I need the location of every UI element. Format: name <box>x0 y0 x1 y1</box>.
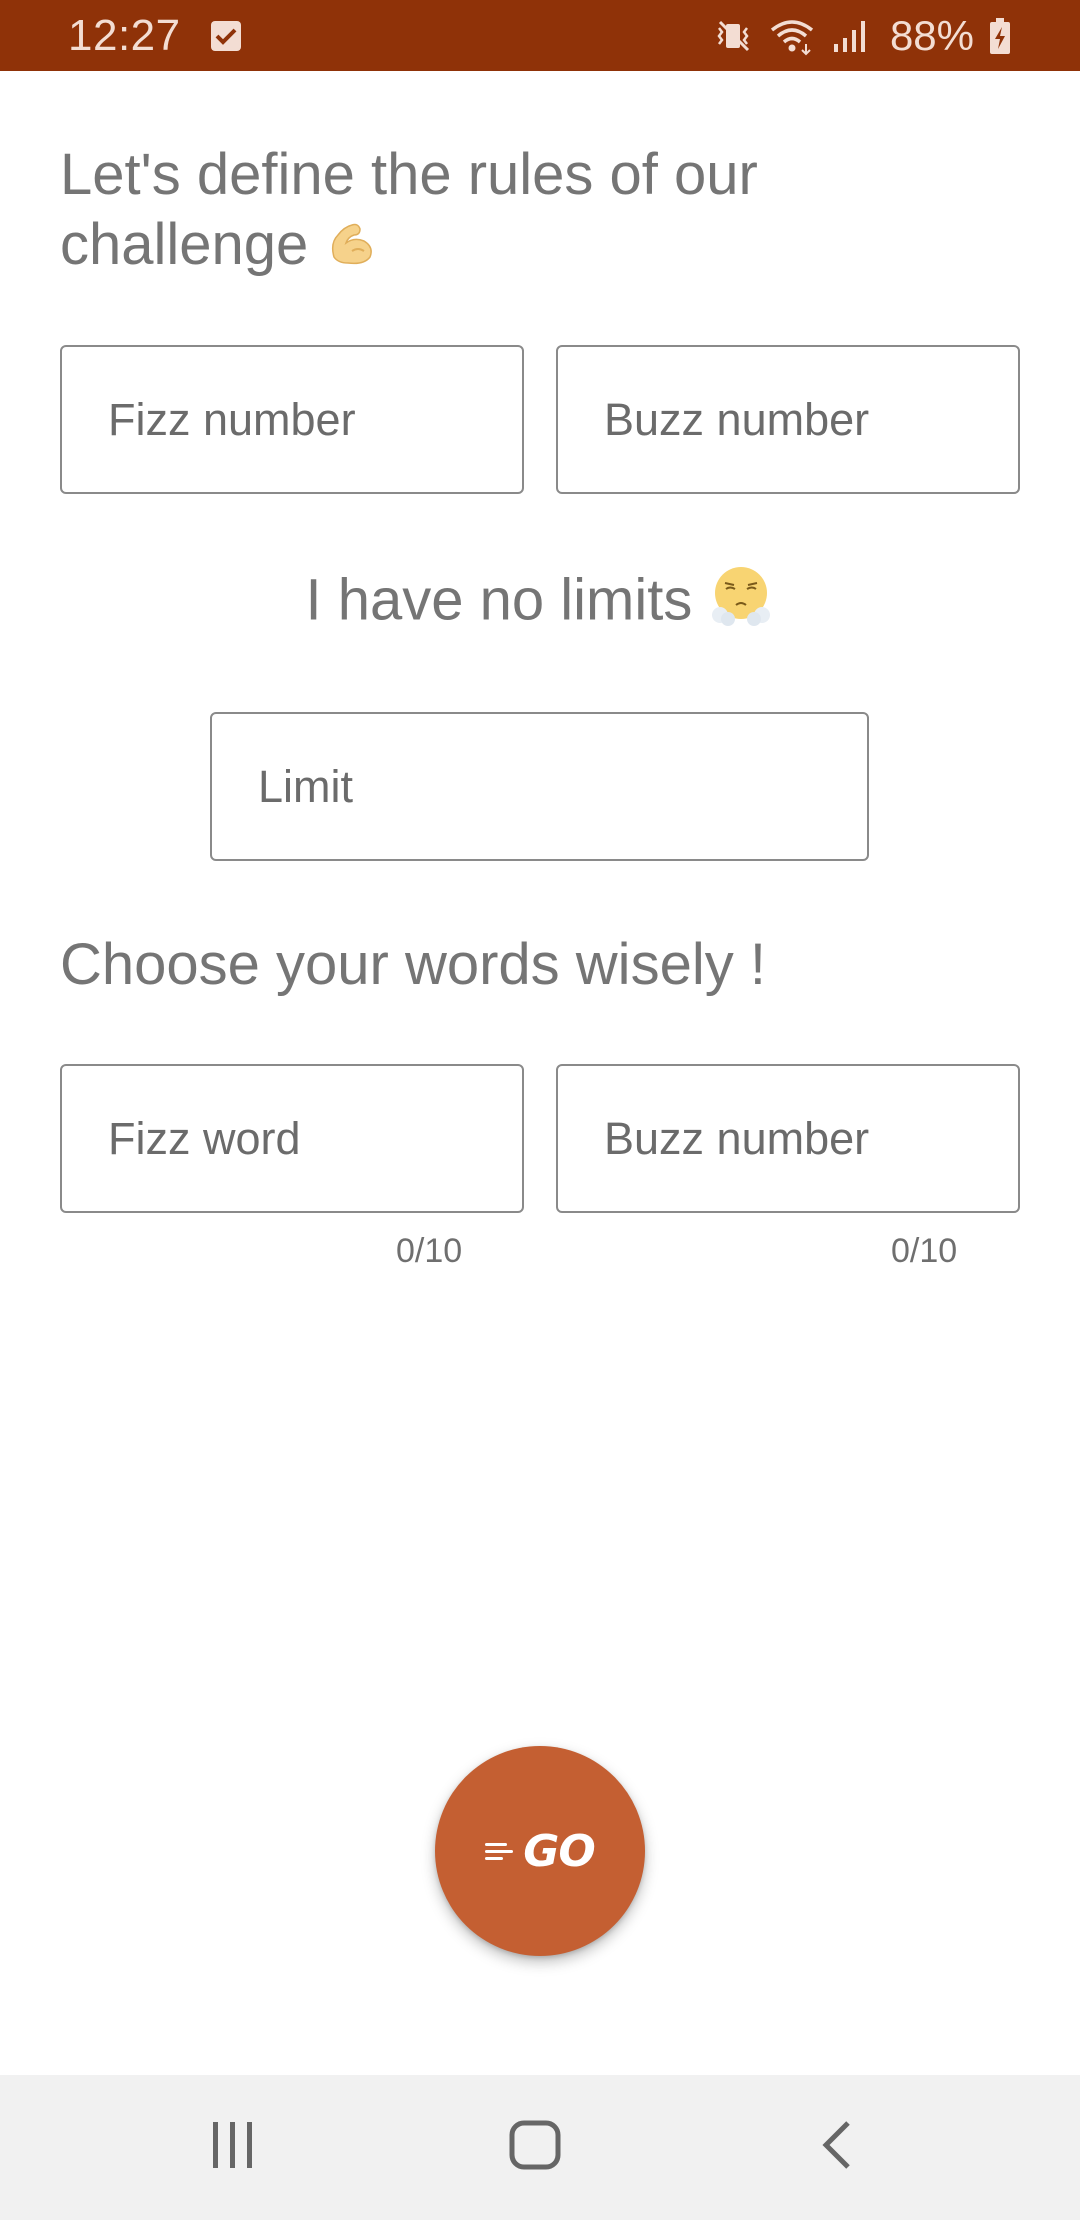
battery-charging-icon <box>988 16 1012 56</box>
fizz-word-counter: 0/10 <box>396 1232 463 1270</box>
go-button[interactable]: GO <box>435 1746 645 1956</box>
fizz-word-input[interactable]: Fizz word <box>60 1064 524 1213</box>
battery-percent: 88% <box>889 11 974 59</box>
status-bar: 12:27 88% <box>0 0 1080 71</box>
limit-input[interactable]: Limit <box>210 712 869 861</box>
words-heading: Choose your words wisely ! <box>60 932 766 997</box>
limits-heading: I have no limits <box>0 563 1080 645</box>
back-icon <box>820 2120 854 2175</box>
face-with-steam-icon <box>708 563 774 645</box>
rules-heading: Let's define the rules of our challenge <box>60 140 758 285</box>
recents-icon <box>209 2120 257 2175</box>
limit-placeholder: Limit <box>258 760 354 812</box>
rules-heading-line1: Let's define the rules of our <box>60 142 758 207</box>
fizz-number-placeholder: Fizz number <box>108 393 356 445</box>
vibrate-mute-icon <box>714 16 754 56</box>
home-icon <box>509 2120 561 2175</box>
flexed-biceps-icon <box>324 213 380 285</box>
limits-heading-text: I have no limits <box>305 567 693 633</box>
wifi-icon <box>768 16 816 56</box>
checkbox-notification-icon <box>210 20 241 51</box>
go-button-label: GO <box>523 1825 596 1877</box>
back-button[interactable] <box>757 2075 917 2220</box>
buzz-word-counter: 0/10 <box>891 1232 958 1270</box>
recents-button[interactable] <box>153 2075 313 2220</box>
buzz-word-placeholder: Buzz number <box>604 1112 870 1164</box>
status-time: 12:27 <box>68 10 181 60</box>
buzz-number-placeholder: Buzz number <box>604 393 870 445</box>
buzz-number-input[interactable]: Buzz number <box>556 345 1020 494</box>
signal-icon <box>830 16 870 56</box>
speed-lines-icon <box>485 1842 514 1860</box>
fizz-number-input[interactable]: Fizz number <box>60 345 524 494</box>
rules-heading-line2: challenge <box>60 212 309 277</box>
status-icons: 88% <box>714 0 1012 71</box>
navigation-bar <box>0 2075 1080 2220</box>
home-button[interactable] <box>455 2075 615 2220</box>
buzz-word-input[interactable]: Buzz number <box>556 1064 1020 1213</box>
fizz-word-placeholder: Fizz word <box>108 1112 301 1164</box>
